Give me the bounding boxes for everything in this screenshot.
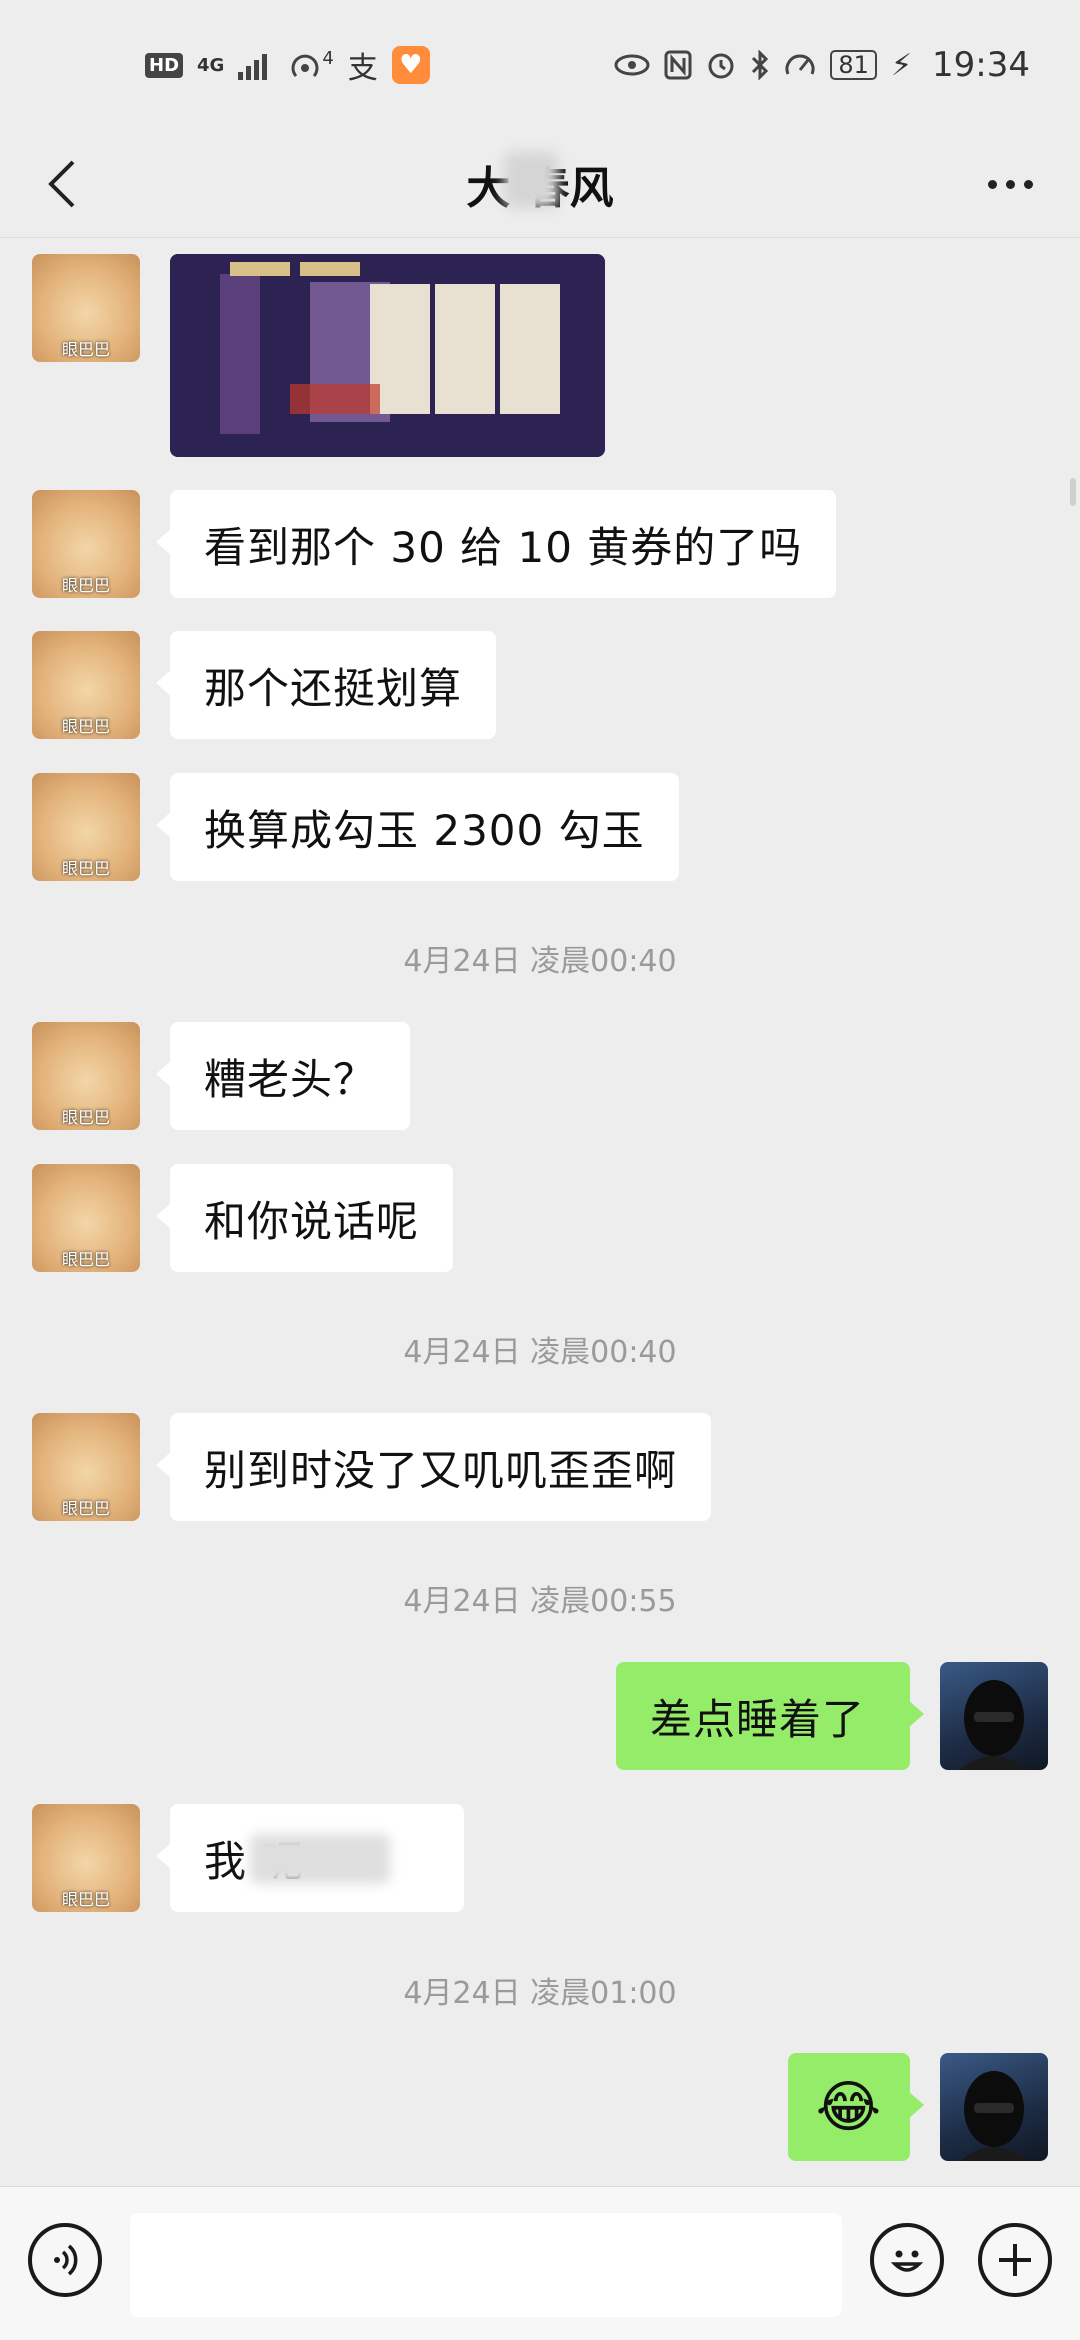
avatar[interactable]: 眼巴巴 — [32, 1804, 140, 1912]
status-time: 19:34 — [932, 45, 1030, 85]
avatar-label: 眼巴巴 — [61, 1890, 110, 1909]
plus-button[interactable] — [978, 2223, 1052, 2297]
message-bubble[interactable]: 我 呢 — [156, 1804, 464, 1912]
emoji-icon — [890, 2250, 924, 2272]
message-input[interactable] — [130, 2213, 842, 2317]
charging-icon: ⚡ — [890, 47, 913, 83]
alarm-icon — [706, 50, 736, 80]
avatar-label: 眼巴巴 — [61, 576, 110, 595]
timestamp: 4月24日 凌晨00:40 — [403, 944, 677, 979]
avatar-label: 眼巴巴 — [61, 1108, 110, 1127]
status-bar: HD 4G 4 支 ♥ 81 ⚡ 19:34 — [0, 0, 1080, 130]
voice-icon — [54, 2244, 78, 2276]
title-redaction — [504, 151, 559, 208]
more-icon — [987, 179, 997, 189]
avatar[interactable]: 眼巴巴 — [32, 1413, 140, 1521]
message-redaction — [250, 1834, 390, 1884]
status-right: 81 ⚡ 19:34 — [614, 45, 1030, 85]
scrollbar[interactable] — [1070, 478, 1076, 506]
avatar[interactable]: 眼巴巴 — [32, 773, 140, 881]
avatar-label: 眼巴巴 — [61, 717, 110, 736]
bluetooth-icon — [750, 50, 770, 80]
avatar-label: 眼巴巴 — [61, 340, 110, 359]
avatar[interactable]: 眼巴巴 — [32, 631, 140, 739]
signal-icon — [238, 50, 274, 80]
avatar-label: 眼巴巴 — [61, 1250, 110, 1269]
hotspot-icon: 4 — [288, 47, 334, 80]
avatar-label: 眼巴巴 — [61, 859, 110, 878]
helmet-avatar-image — [960, 2071, 1028, 2161]
message-bubble[interactable]: 看到那个 30 给 10 黄券的了吗 — [155, 490, 837, 598]
self-avatar[interactable] — [940, 1662, 1048, 1770]
speed-icon — [784, 50, 816, 80]
helmet-avatar-image — [960, 1680, 1028, 1770]
network-type: 4G — [197, 54, 225, 76]
hotspot-count: 4 — [322, 47, 334, 69]
battery-level: 81 — [830, 50, 877, 80]
message-bubble[interactable]: 别到时没了又叽叽歪歪啊 — [155, 1413, 712, 1521]
self-avatar[interactable] — [940, 2053, 1048, 2161]
message-bubble[interactable]: 那个还挺划算 — [155, 631, 497, 739]
avatar[interactable]: 眼巴巴 — [32, 490, 140, 598]
message-bubble[interactable]: 和你说话呢 — [155, 1164, 454, 1272]
avatar[interactable]: 眼巴巴 — [32, 1022, 140, 1130]
health-app-icon: ♥ — [391, 46, 430, 84]
voice-button[interactable] — [28, 2223, 102, 2297]
chat-title: 大 春风 — [466, 151, 614, 216]
laughing-crying-emoji-icon: 😂 — [815, 2074, 883, 2140]
avatar[interactable]: 眼巴巴 — [32, 254, 140, 362]
status-left: HD 4G 4 支 ♥ — [145, 43, 430, 87]
timestamp: 4月24日 凌晨00:55 — [403, 1584, 677, 1619]
alipay-icon: 支 — [347, 51, 378, 86]
timestamp: 4月24日 凌晨01:00 — [403, 1976, 677, 2011]
chat-header: 大 春风 — [0, 130, 1080, 238]
avatar[interactable]: 眼巴巴 — [32, 1164, 140, 1272]
image-message[interactable] — [170, 254, 605, 457]
message-bubble-self[interactable]: 😂 — [788, 2053, 924, 2161]
nfc-icon — [664, 50, 692, 80]
timestamp: 4月24日 凌晨00:40 — [403, 1335, 677, 1370]
back-button[interactable] — [30, 152, 94, 216]
eye-icon — [614, 53, 650, 77]
message-bubble[interactable]: 糟老头？ — [155, 1022, 411, 1130]
game-screenshot-image — [170, 254, 605, 457]
plus-icon — [999, 2244, 1031, 2276]
input-bar — [0, 2186, 1080, 2340]
hd-icon: HD — [145, 52, 184, 78]
message-bubble[interactable]: 换算成勾玉 2300 勾玉 — [156, 773, 679, 881]
back-arrow-icon — [48, 160, 75, 208]
avatar-label: 眼巴巴 — [61, 1499, 110, 1518]
emoji-button[interactable] — [870, 2223, 944, 2297]
more-button[interactable] — [970, 152, 1050, 216]
message-bubble-self[interactable]: 差点睡着了 — [616, 1662, 924, 1770]
